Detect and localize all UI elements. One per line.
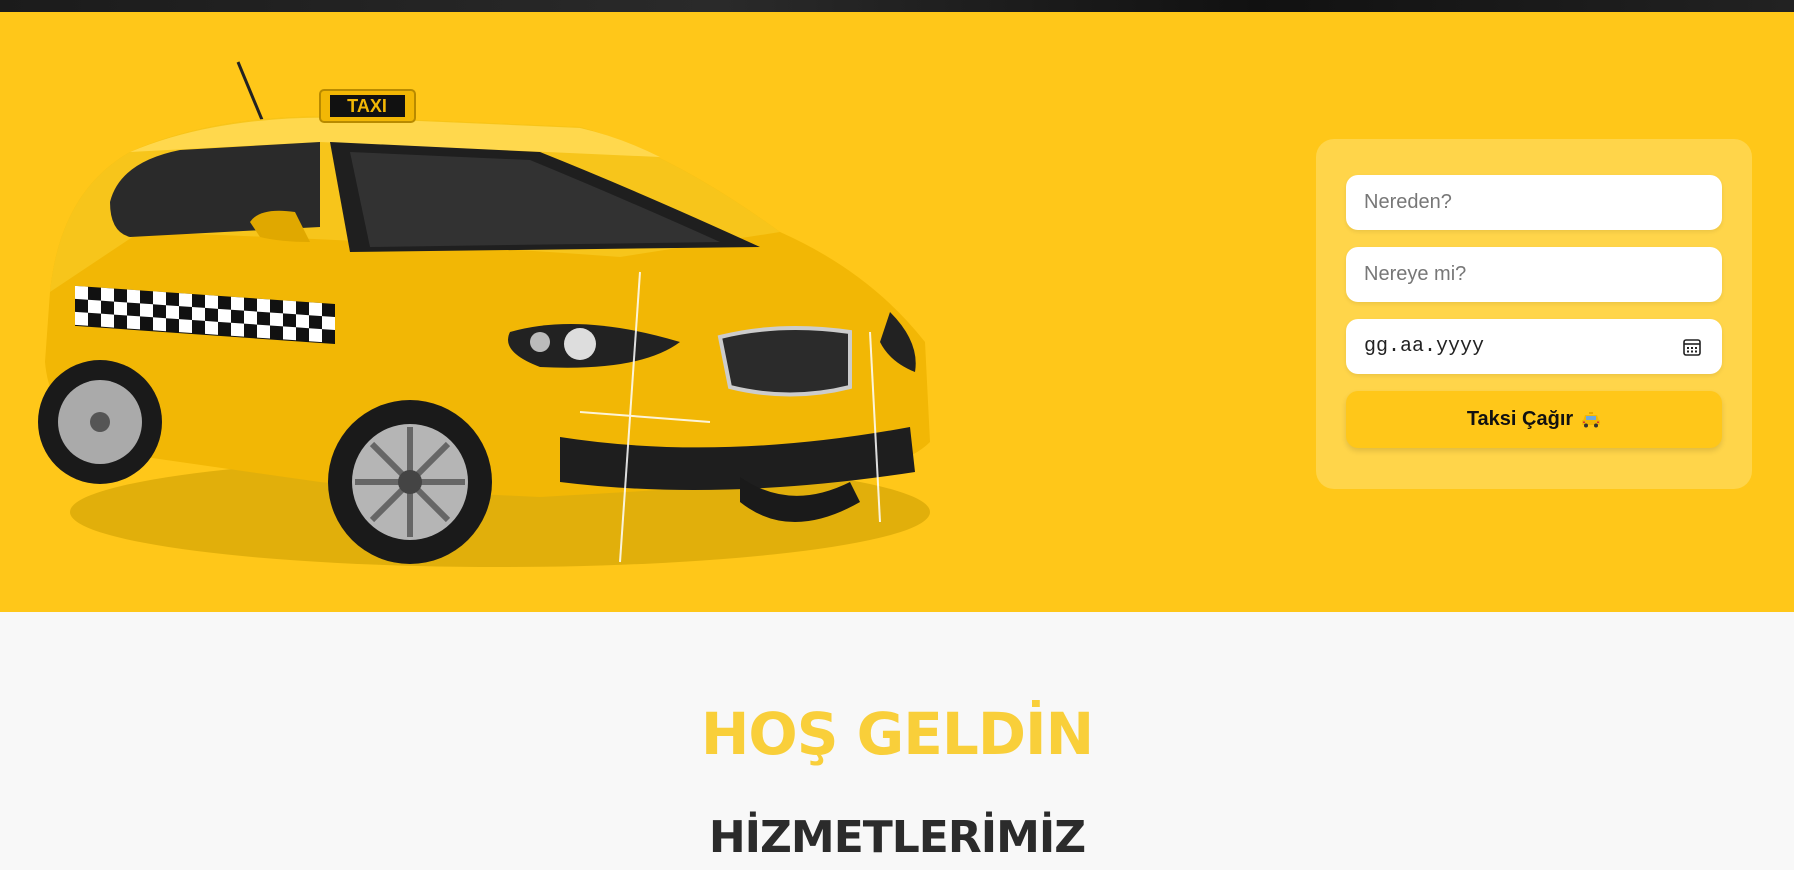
- taxi-emoji-icon: [1582, 411, 1601, 427]
- booking-form: Taksi Çağır: [1316, 139, 1752, 489]
- date-field[interactable]: [1346, 319, 1722, 374]
- call-taxi-button[interactable]: Taksi Çağır: [1346, 391, 1722, 448]
- call-taxi-button-label: Taksi Çağır: [1466, 408, 1574, 430]
- calendar-icon[interactable]: [1682, 337, 1702, 357]
- from-field[interactable]: [1346, 175, 1722, 230]
- to-input[interactable]: [1364, 263, 1704, 286]
- services-title: HİZMETLERİMİZ: [708, 812, 1086, 863]
- hero-section: TAXI Nereden? Nereye mi? gg.aa.yyyy Taks…: [0, 12, 1794, 612]
- welcome-title: HOŞ GELDİN: [700, 700, 1094, 768]
- taxi-sign-text: TAXI: [347, 96, 387, 116]
- date-input[interactable]: [1364, 335, 1704, 358]
- top-nav-strip: [0, 0, 1794, 12]
- taxi-car-image: TAXI: [38, 61, 930, 567]
- from-input[interactable]: [1364, 191, 1704, 214]
- to-field[interactable]: [1346, 247, 1722, 302]
